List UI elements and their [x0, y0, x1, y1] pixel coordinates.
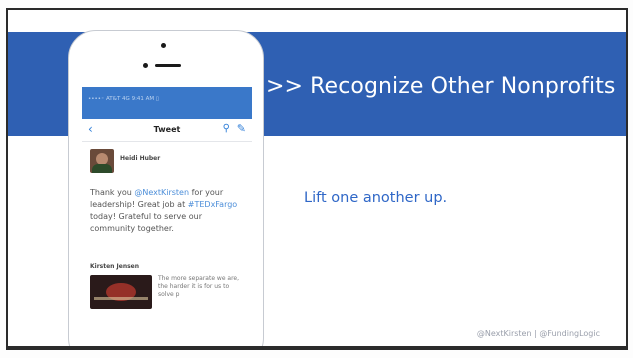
tweet-nav-bar: ‹ Tweet ⚲ ✎: [82, 119, 252, 142]
bottom-rule: [8, 346, 626, 348]
compose-icon[interactable]: ✎: [237, 122, 246, 135]
phone-sensor: [143, 63, 148, 68]
avatar[interactable]: [90, 149, 114, 173]
slide-frame: >> Recognize Other Nonprofits Lift one a…: [0, 0, 633, 358]
hashtag-link[interactable]: #TEDxFargo: [188, 200, 237, 209]
author-name[interactable]: Heidi Huber: [120, 155, 160, 162]
slide: >> Recognize Other Nonprofits Lift one a…: [6, 8, 628, 350]
phone-screen: ••••◦ AT&T 4G 9:41 AM ▯ ‹ Tweet ⚲ ✎ Heid…: [82, 87, 252, 348]
status-text: ••••◦ AT&T 4G 9:41 AM ▯: [88, 96, 159, 102]
card-thumbnail[interactable]: [90, 275, 152, 309]
status-bar: ••••◦ AT&T 4G 9:41 AM ▯: [82, 87, 252, 119]
card-author: Kirsten Jensen: [90, 263, 140, 270]
card-text[interactable]: The more separate we are, the harder it …: [158, 275, 246, 299]
mention-link[interactable]: @NextKirsten: [134, 188, 189, 197]
tweet-text: Thank you @NextKirsten for your leadersh…: [90, 188, 238, 233]
phone-speaker: [155, 64, 181, 67]
slide-title: >> Recognize Other Nonprofits: [266, 74, 616, 99]
phone-mockup: ••••◦ AT&T 4G 9:41 AM ▯ ‹ Tweet ⚲ ✎ Heid…: [68, 30, 264, 348]
search-icon[interactable]: ⚲: [223, 123, 230, 134]
slide-subtitle: Lift one another up.: [304, 190, 448, 206]
slide-footer: @NextKirsten | @FundingLogic: [476, 329, 600, 338]
phone-camera: [161, 43, 166, 48]
